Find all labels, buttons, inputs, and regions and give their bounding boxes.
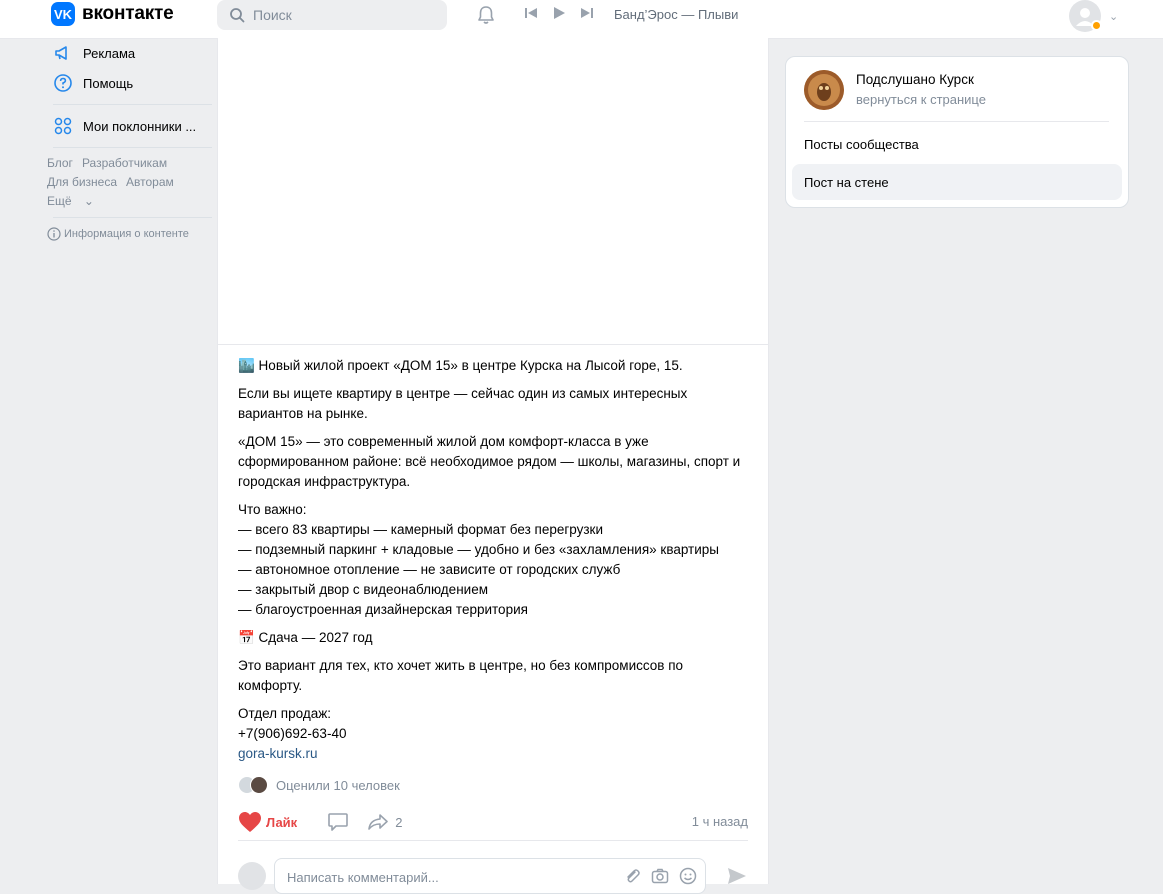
menu-item-label: Пост на стене	[804, 175, 889, 190]
vk-logo[interactable]: VK вконтакте	[51, 2, 174, 26]
reactions-summary[interactable]: Оценили 10 человек	[238, 776, 400, 794]
share-button[interactable]: 2	[367, 812, 402, 832]
footer-link-business[interactable]: Для бизнеса	[47, 175, 117, 189]
bullet-item: — подземный паркинг + кладовые — удобно …	[238, 542, 719, 557]
post-paragraph: «ДОМ 15» — это современный жилой дом ком…	[238, 434, 741, 489]
card-divider	[804, 121, 1109, 122]
share-count: 2	[395, 814, 403, 830]
current-track[interactable]: Банд’Эрос — Плыви	[614, 7, 738, 22]
footer-links: Блог Разработчикам Для бизнеса Авторам Ещё…	[47, 154, 212, 211]
notification-dot	[1091, 20, 1102, 31]
camera-icon[interactable]	[651, 867, 669, 885]
sidebar-item-label: Помощь	[83, 75, 134, 91]
attach-icon[interactable]	[623, 867, 641, 885]
group-name[interactable]: Подслушано Курск	[856, 72, 974, 87]
left-navigation: Реклама Помощь Мои поклонники ... Блог Ра…	[47, 38, 212, 244]
sales-title: Отдел продаж:	[238, 706, 331, 721]
post-image-area[interactable]	[218, 38, 768, 345]
sidebar-divider	[53, 104, 212, 105]
bullet-item: — закрытый двор с видеонаблюдением	[238, 582, 488, 597]
menu-item-wall-post[interactable]: Пост на стене	[792, 164, 1122, 200]
next-track-icon[interactable]	[580, 6, 594, 20]
search-icon	[230, 8, 245, 23]
vk-logo-badge: VK	[51, 2, 75, 26]
footer-more-label: Ещё	[47, 194, 72, 208]
comment-tools	[623, 867, 697, 885]
post-important: Что важно: — всего 83 квартиры — камерны…	[238, 500, 748, 620]
apps-icon	[54, 117, 72, 135]
previous-track-icon[interactable]	[524, 6, 538, 20]
post-contacts: Отдел продаж: +7(906)692-63-40 gora-kurs…	[238, 704, 748, 764]
chevron-down-icon[interactable]: ⌄	[1109, 10, 1118, 23]
group-avatar[interactable]	[804, 70, 844, 110]
content-info-link[interactable]: Информация о контенте	[47, 224, 212, 244]
sidebar-item-label: Реклама	[83, 45, 136, 61]
sales-phone: +7(906)692-63-40	[238, 726, 347, 741]
avatar	[238, 862, 266, 890]
send-icon[interactable]	[726, 866, 748, 886]
post-paragraph: Это вариант для тех, кто хочет жить в це…	[238, 658, 684, 693]
post-view: 🏙️ Новый жилой проект «ДОМ 15» в центре …	[217, 38, 769, 894]
post-paragraph: Если вы ищете квартиру в центре — сейчас…	[238, 386, 688, 421]
post-actions: Лайк 2 1 ч назад	[238, 806, 748, 838]
audio-player	[524, 6, 594, 20]
play-icon[interactable]	[552, 6, 566, 20]
like-label: Лайк	[266, 814, 298, 830]
info-icon	[47, 227, 61, 241]
footer-link-blog[interactable]: Блог	[47, 156, 73, 170]
post-time[interactable]: 1 ч назад	[692, 814, 748, 829]
important-title: Что важно:	[238, 502, 307, 517]
sidebar-item-help[interactable]: Помощь	[47, 68, 212, 98]
menu-item-community-posts[interactable]: Посты сообщества	[804, 137, 919, 152]
comment-icon[interactable]	[327, 812, 349, 832]
bullet-item: — автономное отопление — не зависите от …	[238, 562, 621, 577]
footer-link-authors[interactable]: Авторам	[126, 175, 174, 189]
site-link[interactable]: gora-kursk.ru	[238, 746, 318, 761]
content-info-label: Информация о контенте	[64, 228, 189, 240]
bullet-item: — всего 83 квартиры — камерный формат бе…	[238, 522, 604, 537]
sidebar-item-label: Мои поклонники ...	[83, 118, 197, 134]
comment-placeholder: Написать комментарий...	[287, 870, 439, 885]
search-placeholder: Поиск	[253, 7, 292, 23]
share-icon	[368, 814, 388, 830]
bell-icon[interactable]	[475, 4, 497, 26]
post-delivery: 📅 Сдача — 2027 год	[238, 630, 373, 645]
bullet-item: — благоустроенная дизайнерская территори…	[238, 602, 528, 617]
post-headline: 🏙️ Новый жилой проект «ДОМ 15» в центре …	[238, 358, 683, 373]
owl-icon	[804, 70, 844, 110]
sidebar-item-fans[interactable]: Мои поклонники ...	[47, 111, 212, 141]
footer-link-more[interactable]: Ещё ⌄	[47, 194, 103, 208]
rated-count: Оценили 10 человек	[276, 777, 400, 793]
footer-link-developers[interactable]: Разработчикам	[82, 156, 167, 170]
search-input[interactable]: Поиск	[217, 0, 447, 30]
sidebar-item-ads[interactable]: Реклама	[47, 38, 212, 68]
reactor-avatar	[250, 776, 268, 794]
back-to-page-link[interactable]: вернуться к странице	[856, 92, 986, 107]
help-icon	[54, 74, 72, 92]
sidebar-divider	[53, 147, 212, 148]
comment-input[interactable]: Написать комментарий...	[274, 858, 706, 894]
vk-logo-text: вконтакте	[82, 3, 174, 24]
post-text: 🏙️ Новый жилой проект «ДОМ 15» в центре …	[238, 356, 748, 772]
group-card: Подслушано Курск вернуться к странице По…	[785, 56, 1129, 208]
megaphone-icon	[55, 46, 67, 60]
heart-icon	[239, 812, 261, 832]
post-divider	[238, 840, 748, 841]
chevron-down-icon: ⌄	[83, 194, 94, 208]
like-button[interactable]: Лайк	[238, 811, 297, 833]
sidebar-divider	[53, 217, 212, 218]
emoji-icon[interactable]	[679, 867, 697, 885]
top-header: VK вконтакте Поиск Банд’Эрос — Плыви ⌄	[0, 0, 1163, 39]
